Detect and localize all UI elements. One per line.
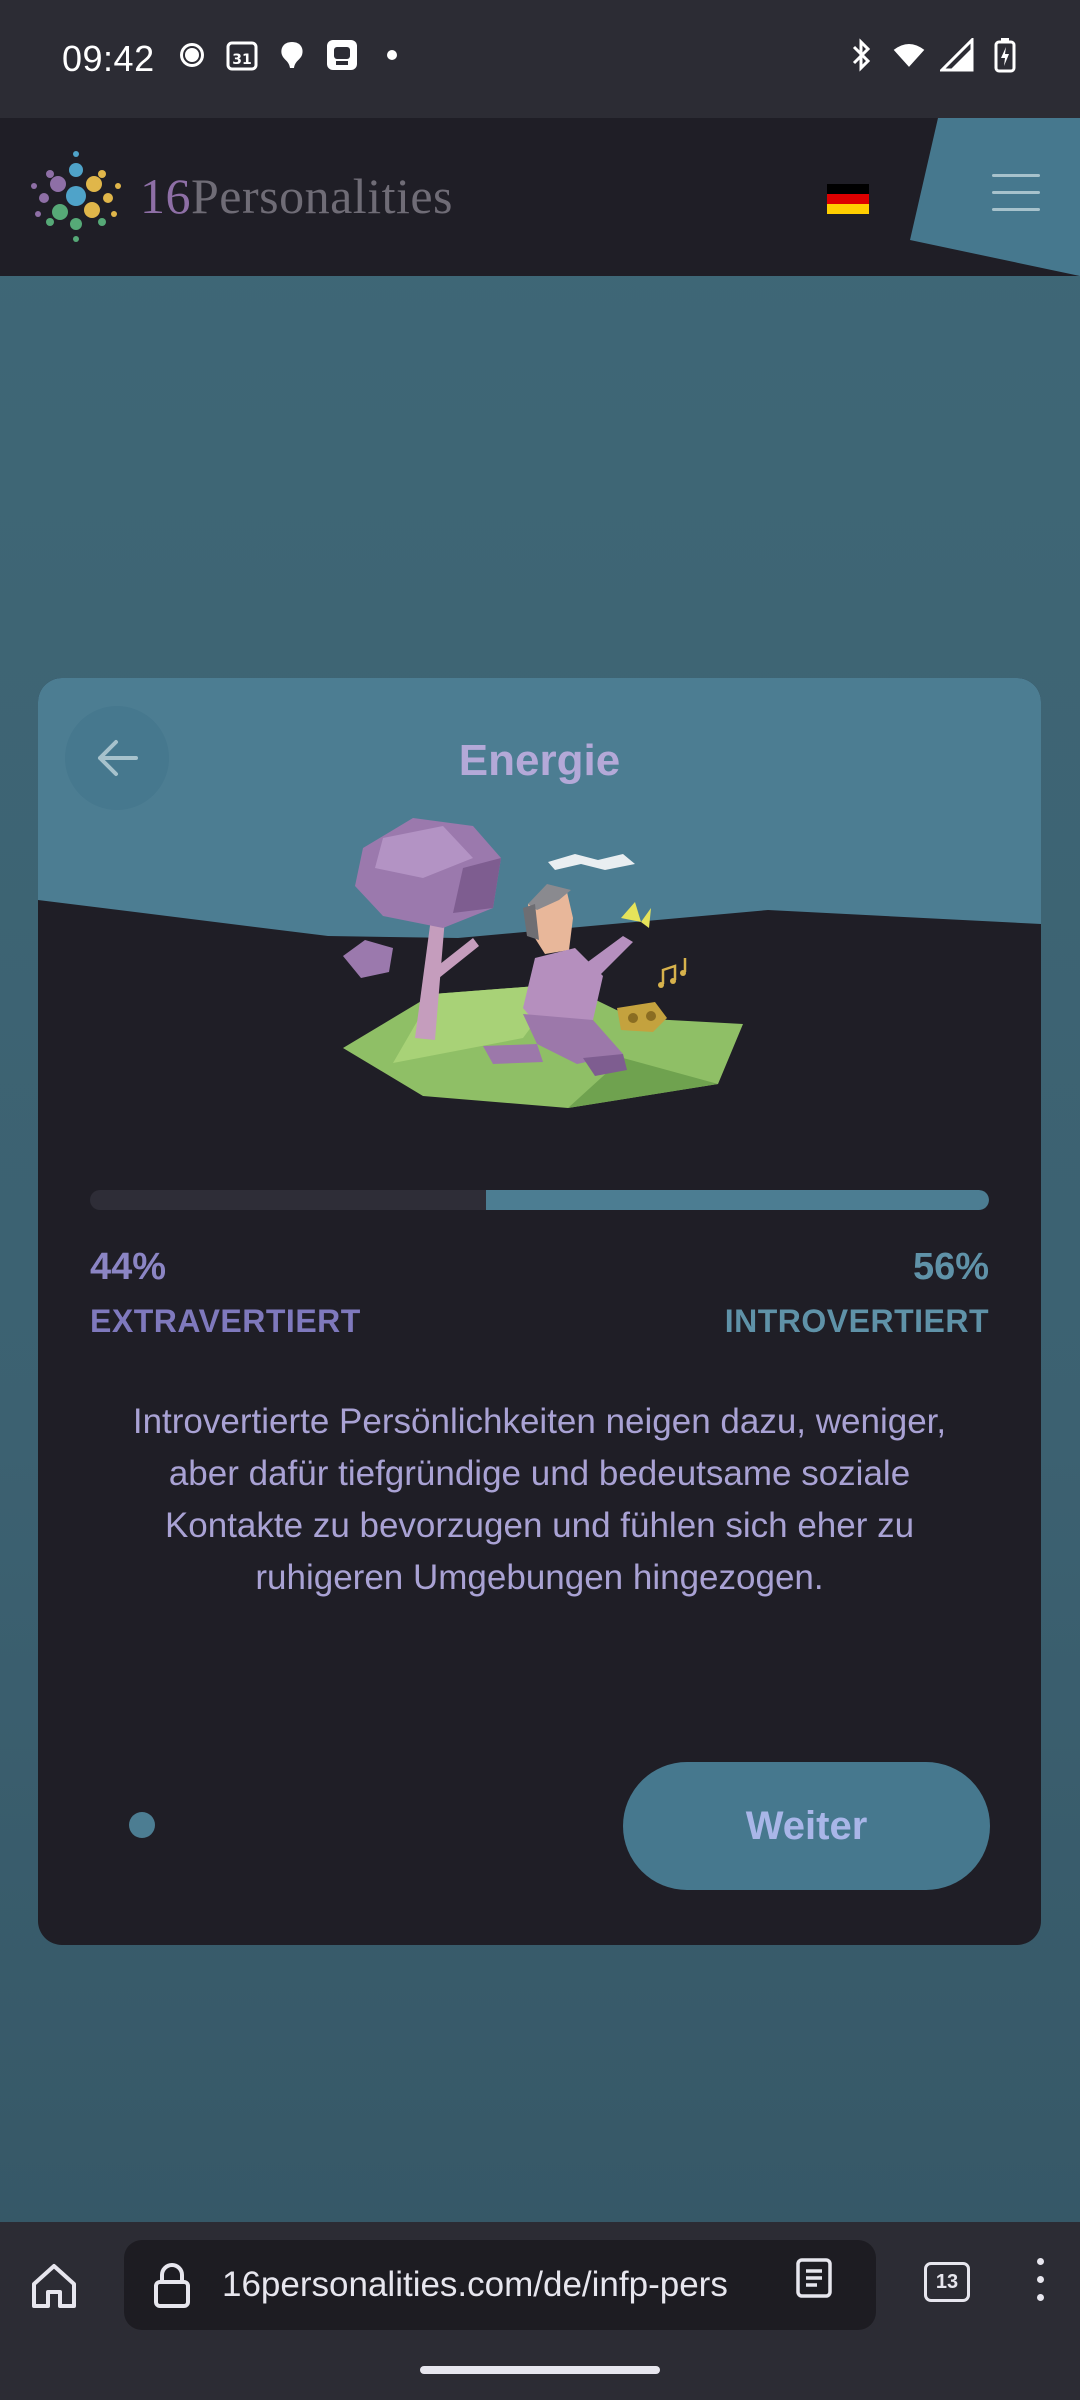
cell-signal-icon: [940, 38, 974, 72]
result-card: Energie 44% EXTRAVERTIERT 56% INTROVERTI…: [38, 678, 1041, 1945]
bluetooth-icon: [844, 38, 878, 72]
introvert-label: INTROVERTIERT: [724, 1303, 989, 1339]
calendar-day: 31: [232, 52, 251, 68]
hamburger-icon[interactable]: [992, 174, 1040, 214]
pager-dot: [129, 1812, 155, 1838]
lock-icon: [154, 2263, 190, 2308]
logo-number: 16: [140, 168, 191, 224]
language-flag-icon[interactable]: [827, 184, 869, 214]
url-field[interactable]: 16personalities.com/de/infp-pers: [124, 2240, 876, 2330]
status-bar: 09:42 31: [0, 0, 1080, 118]
reader-mode-icon[interactable]: [795, 2257, 833, 2299]
extravert-percent: 44%: [90, 1246, 167, 1288]
battery-icon: [988, 38, 1022, 73]
status-icons-right: [844, 38, 1022, 73]
wifi-icon: [892, 38, 926, 72]
logo-word: Personalities: [191, 168, 454, 224]
logo-mark-icon: [31, 151, 121, 242]
calendar-icon: 31: [225, 38, 259, 72]
card-title: Energie: [458, 736, 621, 785]
gesture-navigation-bar[interactable]: [420, 2366, 660, 2374]
extravert-label: EXTRAVERTIERT: [90, 1303, 361, 1339]
dot-icon: [375, 38, 409, 72]
home-icon[interactable]: [28, 2260, 80, 2312]
logo-text: 16Personalities: [140, 167, 453, 225]
url-text: 16personalities.com/de/infp-pers: [222, 2265, 728, 2304]
notification-icon: [275, 38, 309, 72]
status-icons-left: 31: [175, 38, 409, 72]
trait-description: Introvertierte Persönlichkeiten neigen d…: [132, 1402, 947, 1597]
introvert-percent: 56%: [912, 1246, 989, 1288]
app-icon: [325, 38, 359, 72]
energy-progress-fill: [485, 1190, 989, 1210]
next-button[interactable]: Weiter: [623, 1762, 990, 1890]
site-header: 16Personalities: [0, 118, 1080, 276]
energy-progress-bar: [90, 1190, 989, 1210]
page: 09:42 31 16Personalities Energie 44% EXT…: [0, 0, 1080, 2400]
site-logo[interactable]: 16Personalities: [26, 146, 453, 246]
introvert-illustration: [343, 818, 743, 1108]
signal-messenger-icon: [175, 38, 209, 72]
more-options-icon[interactable]: [1030, 2258, 1050, 2308]
tab-switcher-button[interactable]: 13: [924, 2262, 970, 2302]
status-time: 09:42: [62, 38, 155, 79]
